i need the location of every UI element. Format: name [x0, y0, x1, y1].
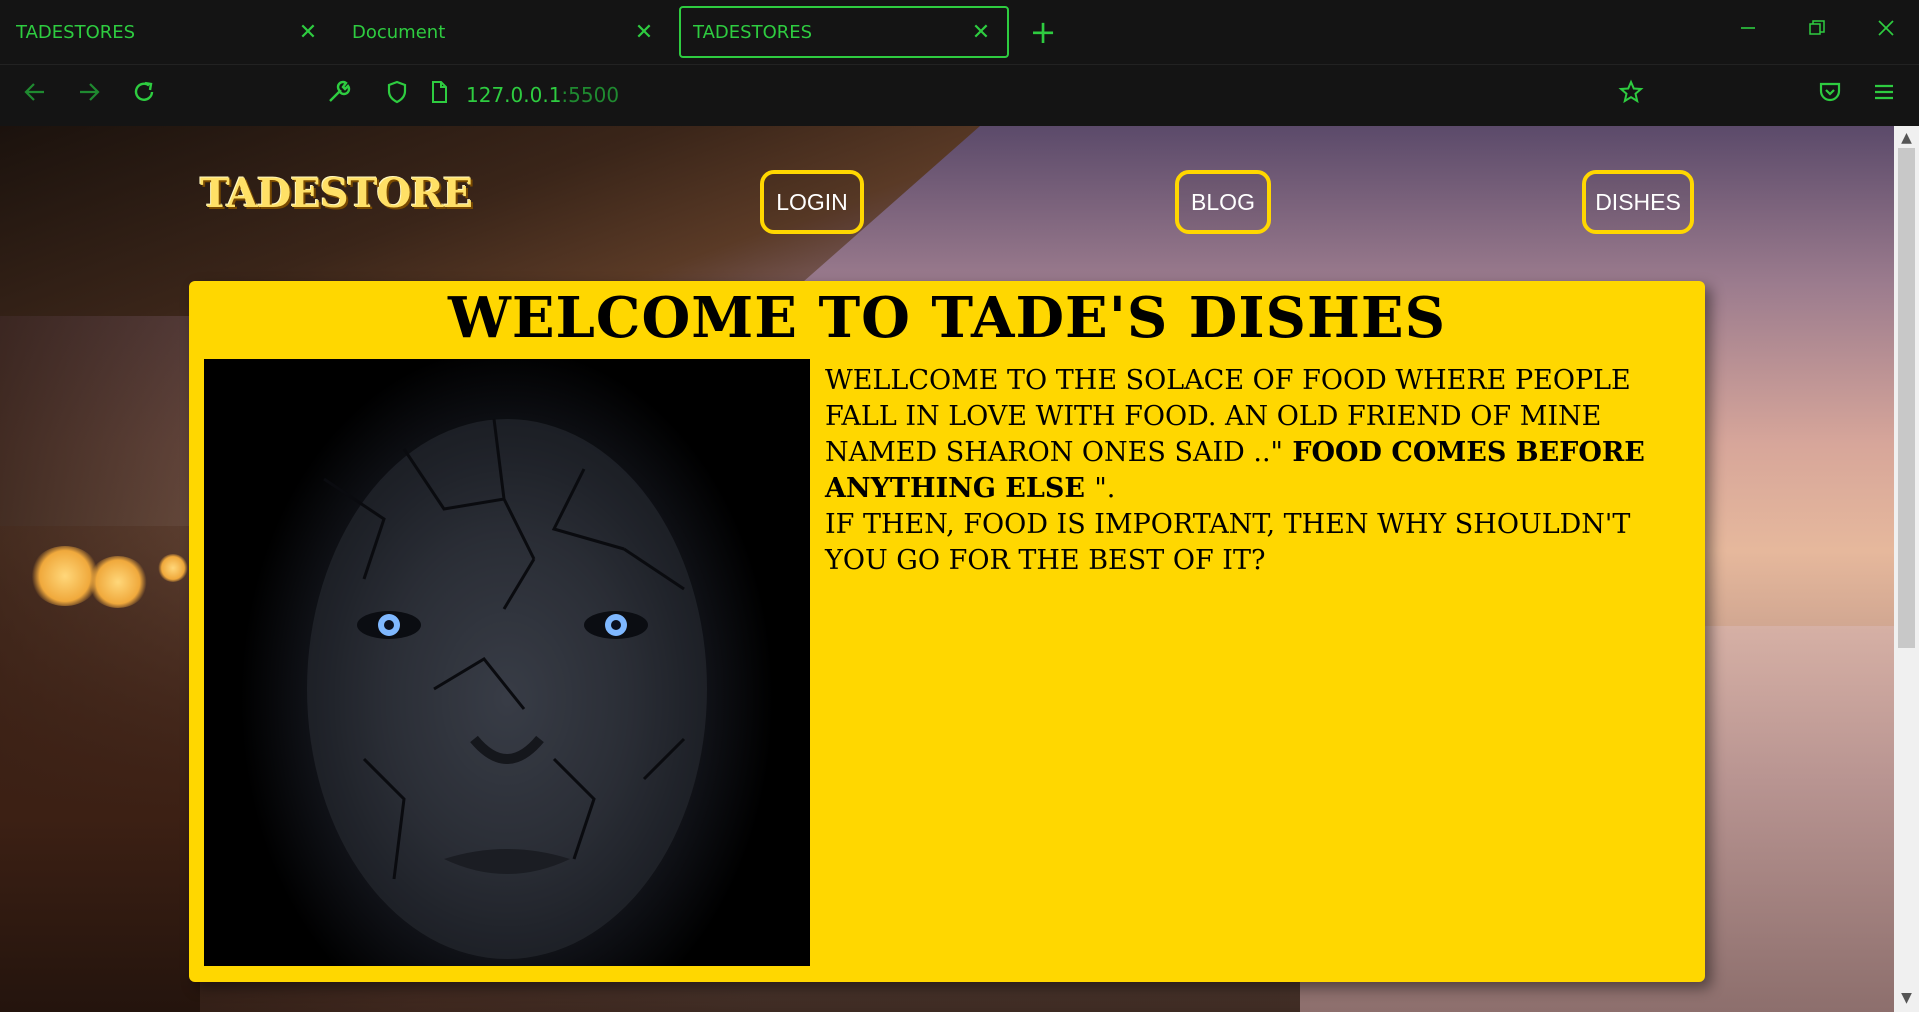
page-scrollbar[interactable]: ▲ ▼	[1894, 126, 1919, 1012]
tab-close-icon[interactable]: ✕	[967, 20, 995, 45]
tab-bar: TADESTORES ✕ Document ✕ TADESTORES ✕ +	[0, 0, 1919, 64]
tab-title: TADESTORES	[16, 21, 136, 43]
welcome-text: WELLCOME TO THE SOLACE OF FOOD WHERE PEO…	[825, 363, 1685, 579]
restore-icon[interactable]	[1797, 14, 1837, 50]
forward-arrow-icon[interactable]	[72, 79, 106, 113]
page-viewport: TADESTORE LOGIN BLOG DISHES WELCOME TO T…	[0, 126, 1894, 1012]
tab-close-icon[interactable]: ✕	[294, 20, 322, 45]
close-window-icon[interactable]	[1866, 14, 1906, 50]
page-icon	[422, 79, 456, 113]
blog-button[interactable]: BLOG	[1175, 170, 1271, 234]
site-logo[interactable]: TADESTORE	[200, 170, 473, 217]
wrench-icon[interactable]	[322, 79, 356, 113]
welcome-card: WELCOME TO TADE'S DISHES WELLCOME TO THE…	[189, 281, 1705, 982]
scroll-thumb[interactable]	[1898, 148, 1915, 648]
dishes-button[interactable]: DISHES	[1582, 170, 1694, 234]
new-tab-icon[interactable]: +	[1028, 14, 1058, 50]
welcome-title: WELCOME TO TADE'S DISHES	[447, 285, 1447, 351]
url-field[interactable]: 127.0.0.1:5500	[466, 83, 619, 107]
tab-title: TADESTORES	[693, 21, 813, 43]
shield-icon[interactable]	[380, 79, 414, 113]
reload-icon[interactable]	[127, 79, 161, 113]
tab-tadestores-1[interactable]: TADESTORES ✕	[4, 6, 334, 58]
background-lamp	[158, 554, 188, 582]
url-host: 127.0.0.1	[466, 83, 562, 107]
welcome-text-part2: ".	[1094, 473, 1116, 504]
tab-document[interactable]: Document ✕	[340, 6, 670, 58]
tab-tadestores-active[interactable]: TADESTORES ✕	[679, 6, 1009, 58]
hamburger-menu-icon[interactable]	[1867, 79, 1901, 113]
tab-close-icon[interactable]: ✕	[630, 20, 658, 45]
scroll-down-icon[interactable]: ▼	[1894, 988, 1919, 1008]
welcome-text-part3: IF THEN, FOOD IS IMPORTANT, THEN WHY SHO…	[825, 509, 1631, 576]
scroll-up-icon[interactable]: ▲	[1894, 128, 1919, 148]
tab-title: Document	[352, 21, 446, 43]
background-lamp	[88, 556, 148, 608]
portrait-image	[204, 359, 810, 966]
toolbar: 127.0.0.1:5500	[0, 64, 1919, 126]
back-arrow-icon[interactable]	[18, 79, 52, 113]
url-port: :5500	[561, 83, 620, 107]
bookmark-star-icon[interactable]	[1614, 79, 1648, 113]
pocket-icon[interactable]	[1813, 79, 1847, 113]
login-button[interactable]: LOGIN	[760, 170, 864, 234]
minimize-icon[interactable]	[1728, 14, 1768, 50]
